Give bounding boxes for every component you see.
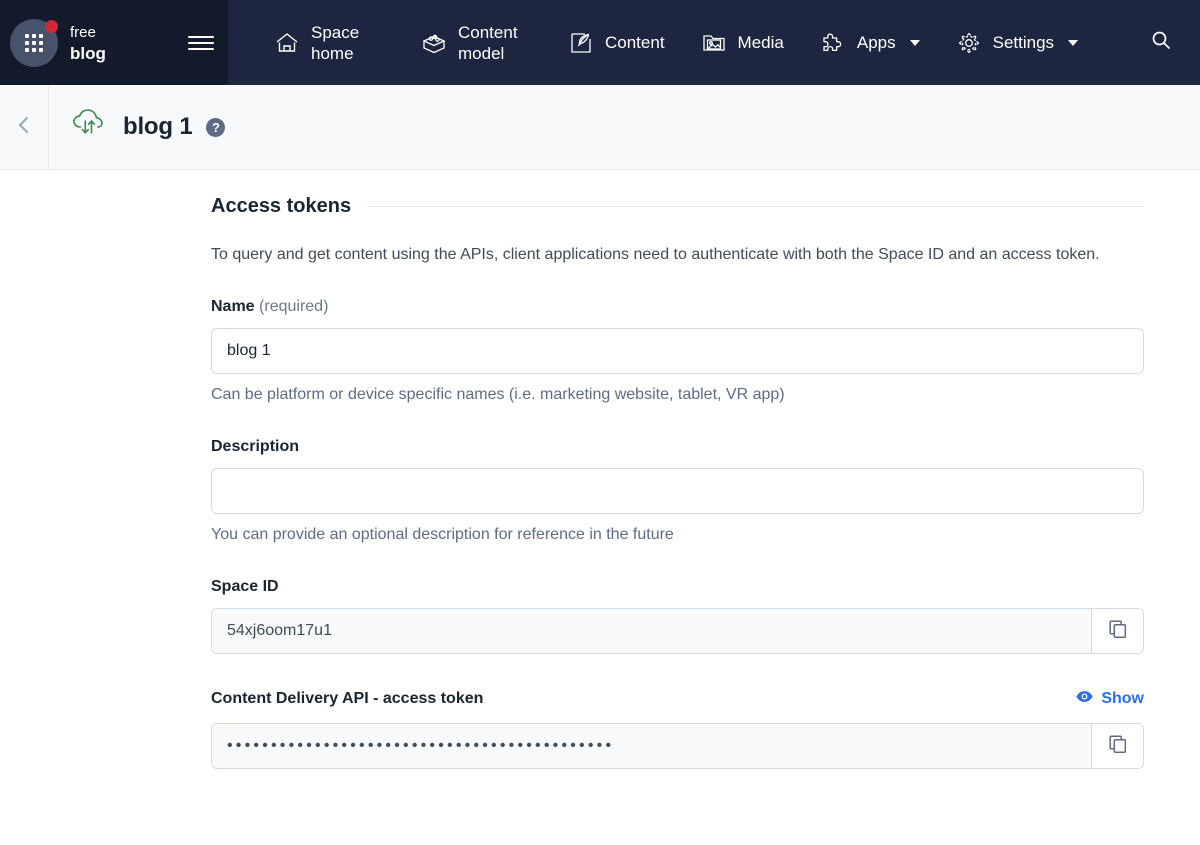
space-id-input-group: 54xj6oom17u1 bbox=[211, 608, 1144, 654]
notification-dot-icon bbox=[45, 20, 58, 33]
space-name-block: free blog bbox=[70, 22, 188, 64]
access-tokens-form: Access tokens To query and get content u… bbox=[211, 170, 1144, 769]
chevron-down-icon-settings[interactable] bbox=[1068, 40, 1078, 46]
media-image-icon bbox=[701, 30, 727, 56]
field-group-description: Description You can provide an optional … bbox=[211, 438, 1144, 545]
space-id-label-text: Space ID bbox=[211, 578, 279, 596]
show-token-button[interactable]: Show bbox=[1075, 687, 1144, 711]
description-input[interactable] bbox=[211, 468, 1144, 514]
nav-label-apps: Apps bbox=[857, 32, 896, 53]
nav-item-apps[interactable]: Apps bbox=[802, 0, 938, 85]
back-button[interactable] bbox=[0, 85, 48, 169]
space-id-copy-button[interactable] bbox=[1091, 609, 1143, 653]
space-selector[interactable]: free blog bbox=[0, 0, 228, 85]
access-token-field-label: Content Delivery API - access token Show bbox=[211, 687, 1144, 711]
nav-item-media[interactable]: Media bbox=[683, 0, 802, 85]
main-content: Access tokens To query and get content u… bbox=[0, 170, 1200, 844]
name-required-text: (required) bbox=[259, 298, 328, 315]
nav-label-content: Content bbox=[605, 32, 665, 53]
name-input[interactable]: blog 1 bbox=[211, 328, 1144, 374]
nav-label-media: Media bbox=[738, 32, 784, 53]
name-field-label: Name (required) bbox=[211, 298, 1144, 316]
access-token-input[interactable]: ••••••••••••••••••••••••••••••••••••••••… bbox=[212, 724, 1091, 768]
hamburger-menu-icon[interactable] bbox=[188, 30, 214, 56]
nav-item-content-model[interactable]: Content model bbox=[403, 0, 550, 85]
description-label-text: Description bbox=[211, 438, 299, 456]
name-field-hint: Can be platform or device specific names… bbox=[211, 385, 1144, 405]
field-group-name: Name (required) blog 1 Can be platform o… bbox=[211, 298, 1144, 405]
access-token-copy-button[interactable] bbox=[1091, 724, 1143, 768]
nav-label-settings: Settings bbox=[993, 32, 1054, 53]
access-token-masked-value: ••••••••••••••••••••••••••••••••••••••••… bbox=[227, 737, 614, 755]
settings-gear-icon bbox=[956, 30, 982, 56]
space-title-label: blog bbox=[70, 43, 188, 64]
page-subheader: blog 1 ? Delete bbox=[0, 85, 1200, 170]
space-id-input[interactable]: 54xj6oom17u1 bbox=[212, 609, 1091, 653]
name-input-value: blog 1 bbox=[227, 342, 271, 360]
home-icon bbox=[274, 30, 300, 56]
description-field-hint: You can provide an optional description … bbox=[211, 525, 1144, 545]
apps-puzzle-icon bbox=[820, 30, 846, 56]
eye-icon bbox=[1075, 687, 1094, 711]
chevron-left-icon bbox=[12, 113, 36, 142]
name-label-text: Name bbox=[211, 298, 255, 315]
access-token-input-group: ••••••••••••••••••••••••••••••••••••••••… bbox=[211, 723, 1144, 769]
access-token-label-text: Content Delivery API - access token bbox=[211, 690, 483, 708]
page-title-group: blog 1 ? bbox=[49, 107, 225, 148]
search-button[interactable] bbox=[1130, 29, 1200, 56]
section-divider bbox=[367, 206, 1144, 207]
section-header: Access tokens bbox=[211, 195, 1144, 218]
content-pen-icon bbox=[568, 30, 594, 56]
help-question-icon[interactable]: ? bbox=[206, 118, 225, 137]
nav-item-space-home[interactable]: Space home bbox=[256, 0, 403, 85]
field-group-space-id: Space ID 54xj6oom17u1 bbox=[211, 578, 1144, 654]
section-title: Access tokens bbox=[211, 195, 351, 218]
page-title: blog 1 bbox=[123, 113, 192, 141]
space-plan-label: free bbox=[70, 22, 188, 43]
nav-item-content[interactable]: Content bbox=[550, 0, 683, 85]
space-id-value: 54xj6oom17u1 bbox=[227, 622, 332, 640]
copy-icon bbox=[1107, 618, 1129, 645]
app-grid-dots bbox=[25, 34, 43, 52]
app-logo[interactable] bbox=[10, 19, 58, 67]
field-group-access-token: Content Delivery API - access token Show… bbox=[211, 687, 1144, 769]
copy-icon bbox=[1107, 733, 1129, 760]
nav-items: Space home Content model bbox=[228, 0, 1200, 85]
content-model-icon bbox=[421, 30, 447, 56]
cloud-sync-icon bbox=[69, 107, 109, 148]
show-token-label: Show bbox=[1101, 690, 1144, 708]
nav-label-space-home: Space home bbox=[311, 22, 385, 64]
description-field-label: Description bbox=[211, 438, 1144, 456]
space-id-field-label: Space ID bbox=[211, 578, 1144, 596]
nav-label-content-model: Content model bbox=[458, 22, 532, 64]
section-intro-text: To query and get content using the APIs,… bbox=[211, 244, 1144, 265]
search-icon bbox=[1150, 29, 1172, 56]
chevron-down-icon-apps[interactable] bbox=[910, 40, 920, 46]
top-navigation-bar: free blog Space home bbox=[0, 0, 1200, 85]
nav-item-settings[interactable]: Settings bbox=[938, 0, 1096, 85]
